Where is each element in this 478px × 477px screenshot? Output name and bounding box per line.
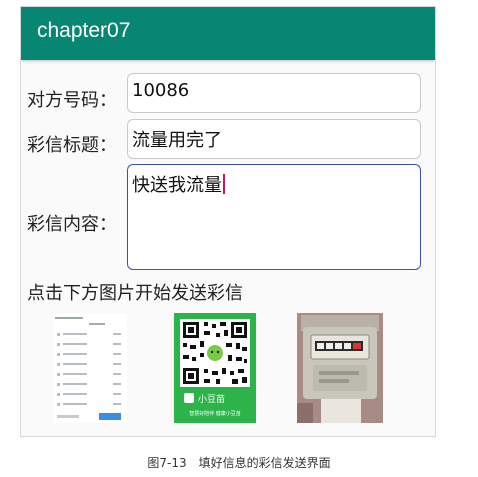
mms-subject-input[interactable]: 流量用完了 [127, 119, 421, 159]
thumbnail-list-screenshot[interactable] [53, 313, 127, 423]
app-title: chapter07 [37, 19, 131, 42]
list-screenshot-graphic [53, 313, 127, 423]
mms-content-label: 彩信内容： [27, 214, 117, 235]
send-hint-text: 点击下方图片开始发送彩信 [27, 283, 243, 304]
qr-brand-name: 小豆苗 [198, 394, 225, 405]
phone-screen: chapter07 对方号码： 10086 彩信标题： 流量用完了 彩信内容： … [20, 6, 436, 437]
phone-number-value: 10086 [132, 80, 190, 101]
mms-subject-label: 彩信标题： [27, 135, 117, 156]
phone-number-label: 对方号码： [27, 90, 117, 111]
app-bar: chapter07 [21, 7, 435, 60]
mms-subject-value: 流量用完了 [132, 130, 222, 151]
text-caret [223, 174, 225, 194]
thumbnail-meter-photo[interactable] [297, 313, 383, 423]
mms-content-input[interactable]: 快送我流量 [127, 164, 421, 270]
thumbnail-qr-code[interactable]: 小豆苗 智慧好陪伴 健康小豆苗 [174, 313, 256, 423]
mms-content-value: 快送我流量 [132, 175, 222, 196]
qr-code-graphic: 小豆苗 智慧好陪伴 健康小豆苗 [174, 313, 256, 423]
phone-number-input[interactable]: 10086 [127, 73, 421, 113]
meter-photo-graphic [297, 313, 383, 423]
qr-slogan: 智慧好陪伴 健康小豆苗 [189, 410, 241, 417]
figure-caption: 图7-13 填好信息的彩信发送界面 [147, 456, 331, 470]
